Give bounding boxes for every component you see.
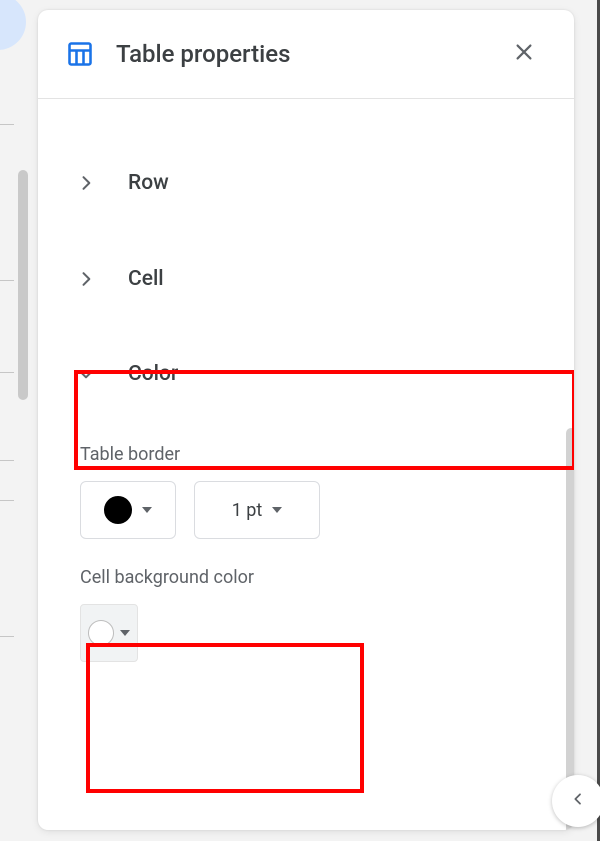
section-cell-label: Cell: [128, 267, 164, 291]
panel-header: Table properties: [38, 10, 574, 99]
panel-scrollbar-left[interactable]: [18, 170, 28, 400]
panel-body: Row Cell Color Table border: [38, 98, 574, 830]
cell-background-dropdown[interactable]: [80, 604, 138, 662]
caret-down-icon: [120, 630, 130, 636]
close-icon: [513, 41, 535, 67]
chevron-right-icon: [72, 169, 100, 197]
section-row-label: Row: [128, 171, 169, 195]
table-properties-panel: Table properties Row Cell Colo: [38, 10, 574, 830]
close-button[interactable]: [502, 32, 546, 76]
ruler: [0, 0, 18, 841]
border-width-dropdown[interactable]: 1 pt: [194, 481, 320, 539]
border-color-swatch: [104, 496, 132, 524]
panel-title: Table properties: [116, 40, 502, 68]
cell-background-label: Cell background color: [80, 567, 574, 588]
border-width-value: 1 pt: [232, 500, 263, 521]
chevron-right-icon: [72, 265, 100, 293]
section-cell[interactable]: Cell: [38, 234, 574, 324]
table-border-label: Table border: [80, 444, 574, 465]
cell-background-swatch: [88, 620, 114, 646]
panel-scrollbar-right[interactable]: [566, 428, 574, 830]
table-border-group: Table border 1 pt: [38, 424, 574, 539]
background-avatar-fragment: [0, 0, 26, 50]
caret-down-icon: [272, 507, 282, 513]
border-color-dropdown[interactable]: [80, 481, 176, 539]
table-border-controls: 1 pt: [80, 481, 574, 539]
section-row[interactable]: Row: [38, 138, 574, 228]
collapse-sidebar-button[interactable]: [552, 775, 600, 827]
table-icon: [66, 40, 94, 68]
caret-down-icon: [142, 507, 152, 513]
chevron-left-icon: [570, 791, 586, 811]
section-color-label: Color: [128, 362, 178, 386]
section-color[interactable]: Color: [38, 324, 574, 424]
chevron-down-icon: [72, 360, 100, 388]
cell-background-group: Cell background color: [38, 539, 574, 662]
